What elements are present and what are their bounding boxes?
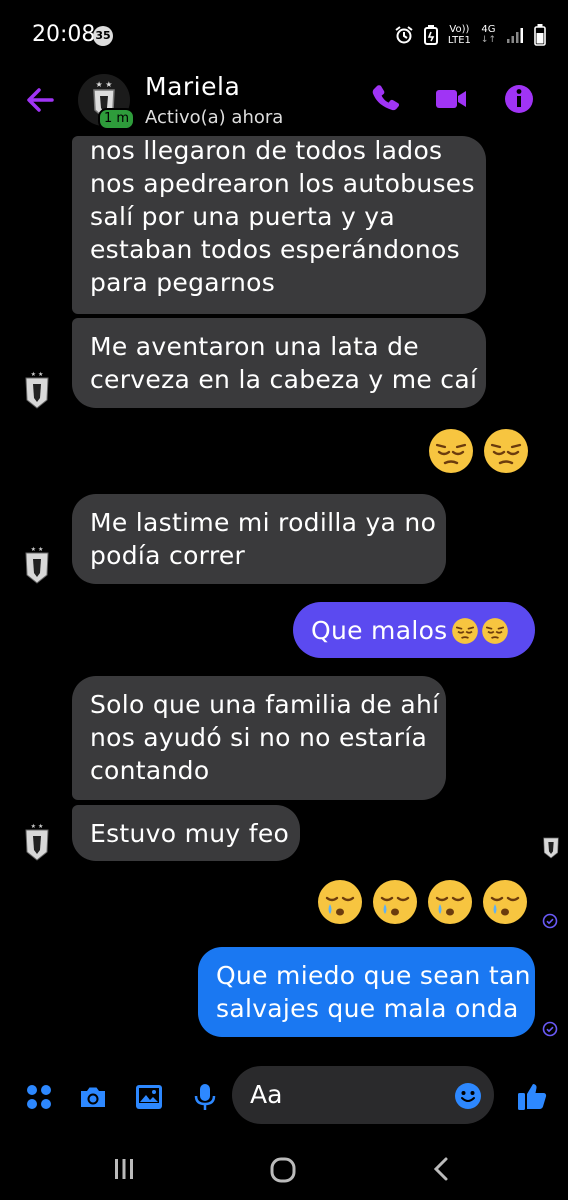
sender-avatar[interactable]: ★ ★ <box>22 545 52 585</box>
message-line: salvajes que mala onda <box>216 994 519 1023</box>
home-icon[interactable] <box>268 1155 298 1185</box>
sent-check-icon <box>542 913 558 929</box>
message-line: Solo que una familia de ahí <box>90 690 440 719</box>
message-line: Estuvo muy feo <box>90 819 290 848</box>
sleepy-face-emoji <box>483 880 527 924</box>
lte-label: LTE1 <box>447 35 471 46</box>
pensive-face-emoji <box>452 618 478 644</box>
sleepy-face-emoji <box>318 880 362 924</box>
pensive-face-emoji[interactable] <box>482 427 530 475</box>
signal-icon <box>507 28 523 43</box>
status-bar: 20:08 35 Vo)) LTE1 4G ↓↑ <box>0 0 568 70</box>
sleepy-face-emoji <box>428 880 472 924</box>
network-type-label: 4G <box>481 24 496 35</box>
pensive-face-emoji[interactable] <box>427 427 475 475</box>
sender-avatar[interactable]: ★ ★ <box>22 822 52 862</box>
sent-check-icon <box>542 1021 558 1037</box>
volte-indicator: Vo)) LTE1 <box>448 24 471 46</box>
svg-text:★ ★: ★ ★ <box>31 546 44 553</box>
svg-text:★ ★: ★ ★ <box>31 371 44 378</box>
video-call-icon[interactable] <box>434 82 468 116</box>
message-bubble-incoming[interactable]: Estuvo muy feo <box>72 805 300 861</box>
phone-call-icon[interactable] <box>368 82 402 116</box>
status-icons: Vo)) LTE1 4G ↓↑ <box>394 22 546 48</box>
message-line: nos ayudó si no no estaría <box>90 723 428 752</box>
volte-label: Vo)) <box>449 24 470 35</box>
message-line: podía correr <box>90 541 246 570</box>
alarm-icon <box>395 26 413 44</box>
message-bubble-outgoing[interactable]: Que malos <box>293 602 535 658</box>
message-bubble-incoming[interactable]: Solo que una familia de ahí nos ayudó si… <box>72 676 446 800</box>
message-text: Que malos <box>311 616 448 645</box>
svg-text:★ ★: ★ ★ <box>96 80 113 89</box>
battery-icon <box>534 24 546 46</box>
notification-count-badge: 35 <box>93 26 113 46</box>
seen-avatar <box>543 837 559 859</box>
emoji-picker-icon[interactable] <box>454 1082 482 1110</box>
message-line: salí por una puerta y ya <box>90 202 396 231</box>
camera-icon[interactable] <box>78 1082 108 1112</box>
message-line: Me aventaron una lata de <box>90 332 419 361</box>
message-bubble-outgoing[interactable]: Que miedo que sean tan salvajes que mala… <box>198 947 535 1037</box>
svg-text:★ ★: ★ ★ <box>31 823 44 830</box>
back-arrow-icon[interactable] <box>22 82 58 118</box>
contact-name[interactable]: Mariela <box>145 72 240 101</box>
message-bubble-incoming[interactable]: Me lastime mi rodilla ya no podía correr <box>72 494 446 584</box>
emoji-row[interactable] <box>316 878 536 930</box>
message-input-placeholder: Aa <box>250 1080 283 1109</box>
sender-avatar[interactable]: ★ ★ <box>22 370 52 410</box>
network-type: 4G ↓↑ <box>480 24 496 45</box>
message-bubble-incoming[interactable]: Me aventaron una lata de cerveza en la c… <box>72 318 486 408</box>
recent-apps-icon[interactable] <box>110 1155 138 1183</box>
sleepy-face-emoji <box>373 880 417 924</box>
message-line: estaban todos esperándonos <box>90 235 460 264</box>
thumbs-up-icon[interactable] <box>515 1079 549 1113</box>
info-icon[interactable] <box>502 82 536 116</box>
message-line: contando <box>90 756 210 785</box>
status-time: 20:08 <box>32 22 96 47</box>
message-line: nos apedrearon los autobuses <box>90 169 475 198</box>
microphone-icon[interactable] <box>190 1082 220 1112</box>
active-time-badge: 1 m <box>98 108 136 130</box>
message-bubble-incoming[interactable]: nos llegaron de todos lados nos apedrear… <box>72 136 486 314</box>
message-line: cerveza en la cabeza y me caí <box>90 365 478 394</box>
message-line: para pegarnos <box>90 268 276 297</box>
more-actions-icon[interactable] <box>24 1082 54 1112</box>
gallery-icon[interactable] <box>134 1082 164 1112</box>
pensive-face-emoji <box>482 618 508 644</box>
battery-saver-icon <box>423 25 438 45</box>
message-line: Me lastime mi rodilla ya no <box>90 508 437 537</box>
message-line: Que miedo que sean tan <box>216 961 531 990</box>
nav-back-icon[interactable] <box>428 1155 456 1183</box>
presence-status: Activo(a) ahora <box>145 107 284 128</box>
message-line: nos llegaron de todos lados <box>90 136 443 165</box>
